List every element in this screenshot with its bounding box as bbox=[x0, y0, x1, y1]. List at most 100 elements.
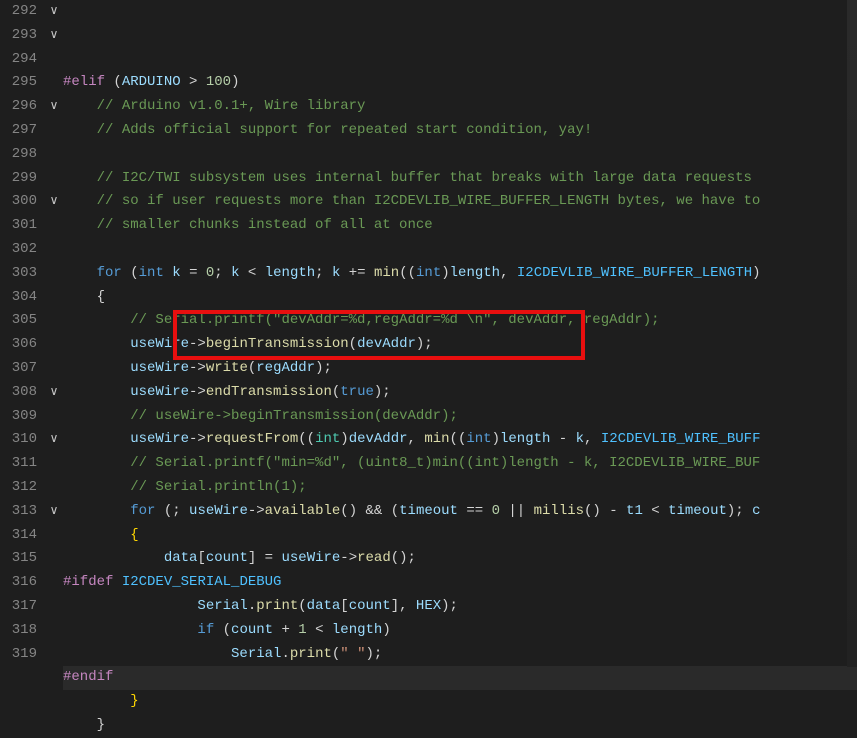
token-p: , bbox=[408, 431, 425, 447]
code-line[interactable] bbox=[63, 238, 857, 262]
line-number: 313 bbox=[0, 500, 37, 524]
code-line[interactable]: if (count + 1 < length) bbox=[63, 619, 857, 643]
token-op: -> bbox=[189, 336, 206, 352]
token-id: length bbox=[450, 265, 500, 281]
token-type: int bbox=[416, 265, 441, 281]
token-type: int bbox=[139, 265, 164, 281]
token-op: && bbox=[366, 503, 383, 519]
token-id: timeout bbox=[399, 503, 458, 519]
token-p bbox=[324, 622, 332, 638]
fold-column[interactable]: ∨∨∨∨∨∨∨ bbox=[45, 0, 63, 667]
code-line[interactable]: #ifdef I2CDEV_SERIAL_DEBUG bbox=[63, 571, 857, 595]
token-p bbox=[643, 503, 651, 519]
code-line[interactable]: } bbox=[63, 690, 857, 714]
token-fn: millis bbox=[534, 503, 584, 519]
code-line[interactable]: useWire->write(regAddr); bbox=[63, 357, 857, 381]
line-number: 303 bbox=[0, 262, 37, 286]
code-line[interactable]: #elif (ARDUINO > 100) bbox=[63, 71, 857, 95]
token-id: count bbox=[349, 598, 391, 614]
fold-spacer bbox=[45, 547, 63, 571]
token-p: ] bbox=[248, 550, 265, 566]
token-p: , bbox=[500, 265, 517, 281]
line-number: 304 bbox=[0, 286, 37, 310]
code-line[interactable] bbox=[63, 143, 857, 167]
minimap[interactable] bbox=[847, 0, 857, 667]
token-num: 100 bbox=[206, 74, 231, 90]
line-number: 308 bbox=[0, 381, 37, 405]
token-p: ) bbox=[382, 622, 390, 638]
token-fn: print bbox=[290, 646, 332, 662]
token-id: count bbox=[231, 622, 273, 638]
code-line[interactable]: // smaller chunks instead of all at once bbox=[63, 214, 857, 238]
token-p: ( bbox=[122, 265, 139, 281]
fold-toggle-icon[interactable]: ∨ bbox=[45, 500, 63, 524]
token-type: int bbox=[466, 431, 491, 447]
code-line[interactable]: } bbox=[63, 714, 857, 738]
token-op: += bbox=[349, 265, 366, 281]
line-number: 309 bbox=[0, 405, 37, 429]
token-p: ( bbox=[298, 598, 306, 614]
token-const: I2CDEVLIB_WIRE_BUFFER_LENGTH bbox=[517, 265, 752, 281]
token-p: { bbox=[97, 289, 105, 305]
code-area[interactable]: #elif (ARDUINO > 100) // Arduino v1.0.1+… bbox=[63, 0, 857, 667]
token-id: useWire bbox=[130, 360, 189, 376]
token-p: ], bbox=[391, 598, 416, 614]
token-id: k bbox=[172, 265, 180, 281]
code-line[interactable]: for (; useWire->available() && (timeout … bbox=[63, 500, 857, 524]
fold-spacer bbox=[45, 238, 63, 262]
code-line[interactable]: // Adds official support for repeated st… bbox=[63, 119, 857, 143]
fold-toggle-icon[interactable]: ∨ bbox=[45, 0, 63, 24]
code-line[interactable]: // so if user requests more than I2CDEVL… bbox=[63, 190, 857, 214]
code-line[interactable]: // Arduino v1.0.1+, Wire library bbox=[63, 95, 857, 119]
token-fn: read bbox=[357, 550, 391, 566]
fold-spacer bbox=[45, 167, 63, 191]
line-number: 299 bbox=[0, 167, 37, 191]
code-line[interactable]: // I2C/TWI subsystem uses internal buffe… bbox=[63, 167, 857, 191]
code-line[interactable]: Serial.print(data[count], HEX); bbox=[63, 595, 857, 619]
line-number: 302 bbox=[0, 238, 37, 262]
fold-toggle-icon[interactable]: ∨ bbox=[45, 190, 63, 214]
code-line[interactable]: { bbox=[63, 524, 857, 548]
line-number: 314 bbox=[0, 524, 37, 548]
fold-toggle-icon[interactable]: ∨ bbox=[45, 381, 63, 405]
code-line[interactable]: for (int k = 0; k < length; k += min((in… bbox=[63, 262, 857, 286]
token-pp: #endif bbox=[63, 669, 113, 685]
token-id: length bbox=[332, 622, 382, 638]
fold-toggle-icon[interactable]: ∨ bbox=[45, 95, 63, 119]
fold-spacer bbox=[45, 357, 63, 381]
code-line[interactable]: useWire->beginTransmission(devAddr); bbox=[63, 333, 857, 357]
token-op: -> bbox=[189, 360, 206, 376]
fold-spacer bbox=[45, 214, 63, 238]
token-p: ) bbox=[441, 265, 449, 281]
code-line[interactable]: useWire->endTransmission(true); bbox=[63, 381, 857, 405]
token-cmt: // Arduino v1.0.1+, Wire library bbox=[97, 98, 366, 114]
token-p bbox=[366, 265, 374, 281]
token-p: [ bbox=[197, 550, 205, 566]
token-id: useWire bbox=[130, 431, 189, 447]
code-line[interactable]: // Serial.printf("min=%d", (uint8_t)min(… bbox=[63, 452, 857, 476]
line-number: 298 bbox=[0, 143, 37, 167]
token-p: ); bbox=[416, 336, 433, 352]
code-line[interactable]: // Serial.println(1); bbox=[63, 476, 857, 500]
line-number: 318 bbox=[0, 619, 37, 643]
code-line[interactable]: { bbox=[63, 286, 857, 310]
line-number: 307 bbox=[0, 357, 37, 381]
fold-toggle-icon[interactable]: ∨ bbox=[45, 428, 63, 452]
code-line[interactable]: #endif bbox=[63, 666, 857, 690]
token-id: ARDUINO bbox=[122, 74, 181, 90]
fold-spacer bbox=[45, 452, 63, 476]
code-editor[interactable]: 2922932942952962972982993003013023033043… bbox=[0, 0, 857, 667]
token-fn: available bbox=[265, 503, 341, 519]
fold-toggle-icon[interactable]: ∨ bbox=[45, 24, 63, 48]
token-p: ); bbox=[315, 360, 332, 376]
token-p: (( bbox=[298, 431, 315, 447]
code-line[interactable]: Serial.print(" "); bbox=[63, 643, 857, 667]
code-line[interactable]: // Serial.printf("devAddr=%d,regAddr=%d … bbox=[63, 309, 857, 333]
token-cmt: // I2C/TWI subsystem uses internal buffe… bbox=[97, 170, 752, 186]
code-line[interactable]: data[count] = useWire->read(); bbox=[63, 547, 857, 571]
token-id: useWire bbox=[130, 336, 189, 352]
token-p: ) bbox=[492, 431, 500, 447]
token-cmt: // Adds official support for repeated st… bbox=[97, 122, 593, 138]
code-line[interactable]: // useWire->beginTransmission(devAddr); bbox=[63, 405, 857, 429]
code-line[interactable]: useWire->requestFrom((int)devAddr, min((… bbox=[63, 428, 857, 452]
